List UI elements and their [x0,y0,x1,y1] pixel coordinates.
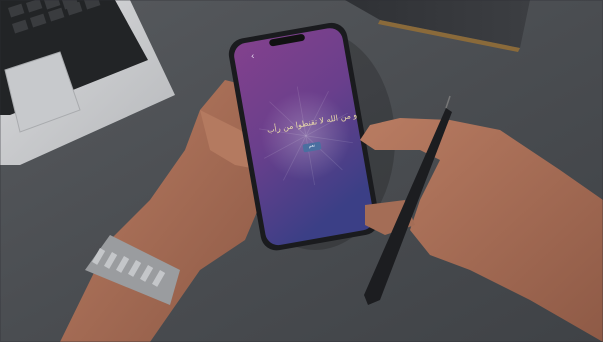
photo-scene: ‹ و من الله لا تقنطوا من رأب نعم [0,0,603,342]
scene-illustration [0,0,603,342]
